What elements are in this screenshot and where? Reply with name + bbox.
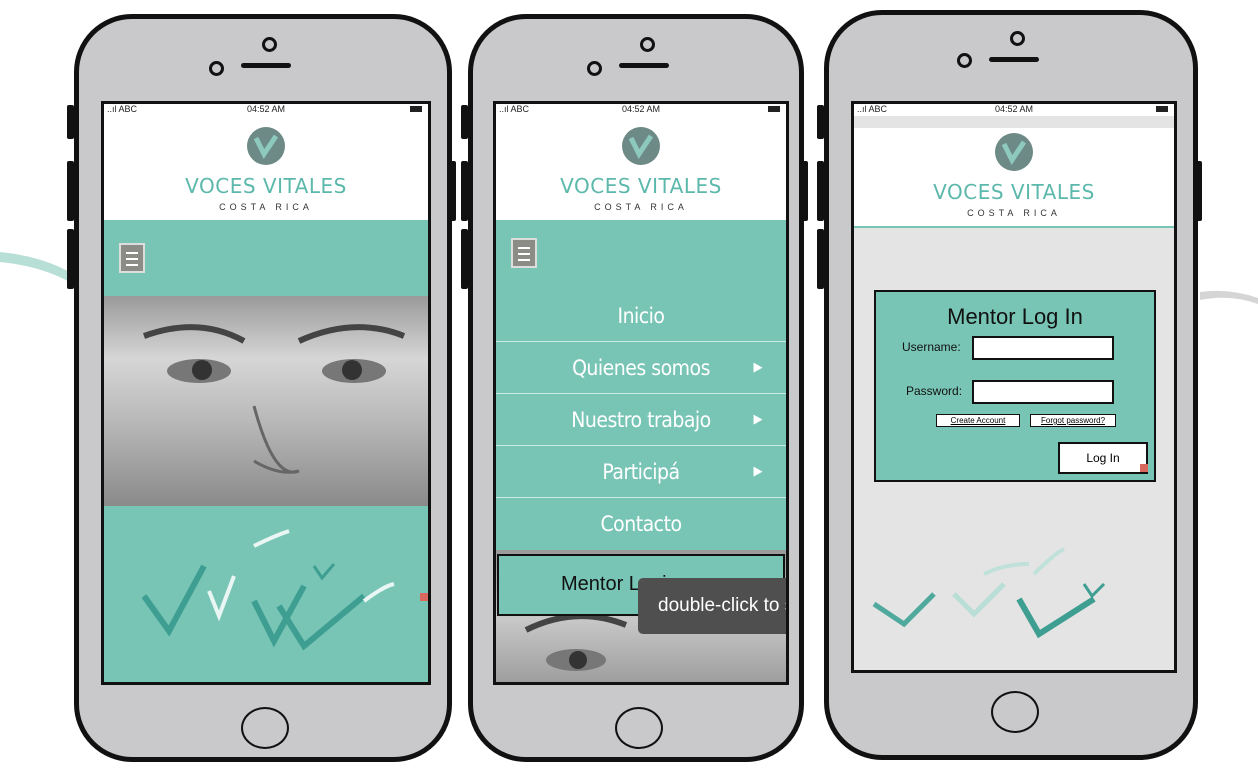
brand-subtitle: COSTA RICA <box>219 202 313 212</box>
status-bar: ..ıl ABC 04:52 AM <box>104 104 428 116</box>
side-button <box>817 105 824 139</box>
menu-item-label: Nuestro trabajo <box>571 408 711 432</box>
birds-illustration <box>872 547 1106 639</box>
brand-subtitle: COSTA RICA <box>967 208 1061 218</box>
chevron-right-icon: ▶ <box>753 412 763 427</box>
tooltip: double-click to se <box>638 578 786 634</box>
side-button <box>817 161 824 221</box>
logo-bird-icon <box>622 127 660 165</box>
camera-icon <box>640 37 655 52</box>
menu-item-nuestro-trabajo[interactable]: Nuestro trabajo ▶ <box>496 394 786 446</box>
brand-name: VOCES VITALES <box>560 174 722 198</box>
side-button <box>461 105 468 139</box>
brand-logo[interactable]: VOCES VITALES COSTA RICA <box>854 128 1174 228</box>
brand-logo[interactable]: VOCES VITALES COSTA RICA <box>496 118 786 218</box>
side-button <box>67 161 74 221</box>
brand-logo[interactable]: VOCES VITALES COSTA RICA <box>104 118 428 218</box>
battery-icon <box>768 106 780 112</box>
camera-icon <box>1010 31 1025 46</box>
login-button[interactable]: Log In <box>1058 442 1148 474</box>
birds-illustration <box>141 529 395 651</box>
phone-home: ..ıl ABC 04:52 AM VOCES VITALES COSTA RI… <box>67 14 456 762</box>
menu-item-quienes-somos[interactable]: Quienes somos ▶ <box>496 342 786 394</box>
nav-menu: Inicio Quienes somos ▶ Nuestro trabajo ▶… <box>496 220 786 550</box>
login-form: Mentor Log In Username: Password: Create… <box>874 290 1156 482</box>
home-button[interactable] <box>615 707 663 749</box>
screen: ..ıl ABC 04:52 AM VOCES VITALES COSTA RI… <box>851 101 1177 673</box>
forgot-password-button[interactable]: Forgot password? <box>1030 414 1116 427</box>
battery-icon <box>1156 106 1168 112</box>
password-field[interactable] <box>972 380 1114 404</box>
menu-item-label: Quienes somos <box>572 356 710 380</box>
face-photo <box>142 324 406 474</box>
resize-handle-icon[interactable] <box>1140 464 1148 472</box>
logo-bird-icon <box>995 133 1033 171</box>
clock: 04:52 AM <box>994 104 1034 114</box>
brand-subtitle: COSTA RICA <box>594 202 688 212</box>
camera-icon <box>957 53 972 68</box>
chevron-right-icon: ▶ <box>753 464 763 479</box>
camera-icon <box>587 61 602 76</box>
side-button <box>817 229 824 289</box>
screen: ..ıl ABC 04:52 AM VOCES VITALES COSTA RI… <box>493 101 789 685</box>
side-button <box>461 161 468 221</box>
side-button <box>67 229 74 289</box>
hamburger-menu-icon[interactable] <box>119 243 145 273</box>
speaker-icon <box>989 57 1039 62</box>
status-bar: ..ıl ABC 04:52 AM <box>854 104 1174 116</box>
username-field[interactable] <box>972 336 1114 360</box>
menu-item-label: Inicio <box>617 304 666 328</box>
menu-item-inicio[interactable]: Inicio <box>496 290 786 342</box>
camera-icon <box>209 61 224 76</box>
clock: 04:52 AM <box>621 104 661 114</box>
chevron-right-icon: ▶ <box>753 360 763 375</box>
login-title: Mentor Log In <box>947 304 1083 329</box>
menu-item-label: Contacto <box>600 512 682 536</box>
hero-image <box>104 296 428 506</box>
menu-item-participa[interactable]: Participá ▶ <box>496 446 786 498</box>
brand-name: VOCES VITALES <box>933 180 1095 204</box>
username-label: Username: <box>902 340 961 354</box>
clock: 04:52 AM <box>246 104 286 114</box>
menu-item-contacto[interactable]: Contacto <box>496 498 786 550</box>
side-button <box>801 161 808 221</box>
side-button <box>67 105 74 139</box>
logo-bird-icon <box>247 127 285 165</box>
phone-login: ..ıl ABC 04:52 AM VOCES VITALES COSTA RI… <box>817 10 1202 760</box>
side-button <box>449 161 456 221</box>
screen: ..ıl ABC 04:52 AM VOCES VITALES COSTA RI… <box>101 101 431 685</box>
battery-icon <box>410 106 422 112</box>
brand-name: VOCES VITALES <box>185 174 347 198</box>
home-button[interactable] <box>991 691 1039 733</box>
speaker-icon <box>619 63 669 68</box>
status-bar: ..ıl ABC 04:52 AM <box>496 104 786 116</box>
create-account-button[interactable]: Create Account <box>936 414 1020 427</box>
camera-icon <box>262 37 277 52</box>
home-button[interactable] <box>241 707 289 749</box>
password-label: Password: <box>906 384 963 398</box>
resize-handle-icon[interactable] <box>420 593 428 601</box>
side-button <box>1195 161 1202 221</box>
phone-menu: ..ıl ABC 04:52 AM VOCES VITALES COSTA RI… <box>461 14 808 762</box>
tooltip-text: double-click to se <box>658 595 786 616</box>
speaker-icon <box>241 63 291 68</box>
menu-item-label: Participá <box>602 460 680 484</box>
nav-bar <box>104 220 428 296</box>
footer-band <box>104 506 428 682</box>
side-button <box>461 229 468 289</box>
hamburger-menu-icon[interactable] <box>511 238 537 268</box>
